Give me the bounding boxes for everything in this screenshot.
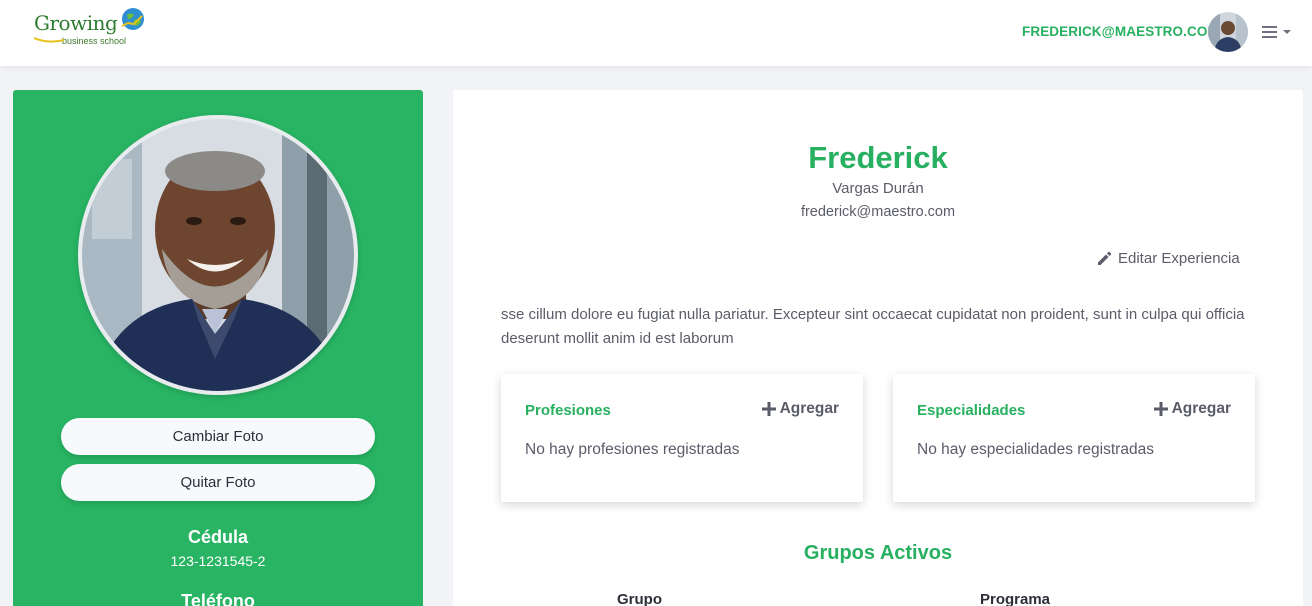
user-email[interactable]: FREDERICK@MAESTRO.COM xyxy=(1022,24,1219,39)
change-photo-button[interactable]: Cambiar Foto xyxy=(61,418,375,455)
globe-icon xyxy=(121,8,144,30)
profile-photo xyxy=(78,115,358,395)
plus-icon xyxy=(1153,402,1168,416)
professions-title: Profesiones xyxy=(525,402,611,419)
column-header-group: Grupo xyxy=(617,591,662,606)
specialties-title: Especialidades xyxy=(917,402,1026,419)
id-value: 123-1231545-2 xyxy=(170,553,266,569)
edit-experience-label: Editar Experiencia xyxy=(1118,250,1240,267)
hamburger-icon xyxy=(1262,26,1277,38)
remove-photo-button[interactable]: Quitar Foto xyxy=(61,464,375,501)
edit-experience-link[interactable]: Editar Experiencia xyxy=(1096,250,1240,267)
active-groups-title: Grupos Activos xyxy=(803,542,953,564)
profile-email: frederick@maestro.com xyxy=(800,204,956,220)
id-label: Cédula xyxy=(187,527,248,547)
professions-card: Profesiones Agregar No hay profesiones r… xyxy=(501,374,863,502)
top-navbar: Growing business school FREDERICK@MAESTR… xyxy=(0,0,1312,66)
plus-icon xyxy=(761,402,776,416)
professions-empty-message: No hay profesiones registradas xyxy=(525,441,740,458)
menu-dropdown-button[interactable] xyxy=(1262,22,1296,42)
user-avatar[interactable] xyxy=(1208,12,1248,52)
caret-down-icon xyxy=(1283,30,1291,34)
logo-subtitle: business school xyxy=(62,36,127,46)
logo-swoosh xyxy=(34,37,64,43)
pencil-icon xyxy=(1098,251,1112,265)
phone-label: Teléfono xyxy=(181,591,255,606)
profile-first-name: Frederick xyxy=(808,140,948,175)
profile-bio: sse cillum dolore eu fugiat nulla pariat… xyxy=(501,306,1245,347)
add-profession-label: Agregar xyxy=(779,400,839,417)
logo-text: Growing xyxy=(34,11,118,35)
specialties-empty-message: No hay especialidades registradas xyxy=(917,441,1154,458)
profile-last-name: Vargas Durán xyxy=(832,180,924,197)
add-profession-button[interactable]: Agregar xyxy=(761,400,839,418)
add-specialty-button[interactable]: Agregar xyxy=(1153,400,1231,418)
column-header-program: Programa xyxy=(980,591,1051,606)
profile-main-card: Frederick Vargas Durán frederick@maestro… xyxy=(453,90,1303,606)
logo[interactable]: Growing business school xyxy=(34,6,149,50)
specialties-card: Especialidades Agregar No hay especialid… xyxy=(893,374,1255,502)
profile-sidebar-card: Cambiar Foto Quitar Foto Cédula 123-1231… xyxy=(13,90,423,606)
add-specialty-label: Agregar xyxy=(1171,400,1231,417)
